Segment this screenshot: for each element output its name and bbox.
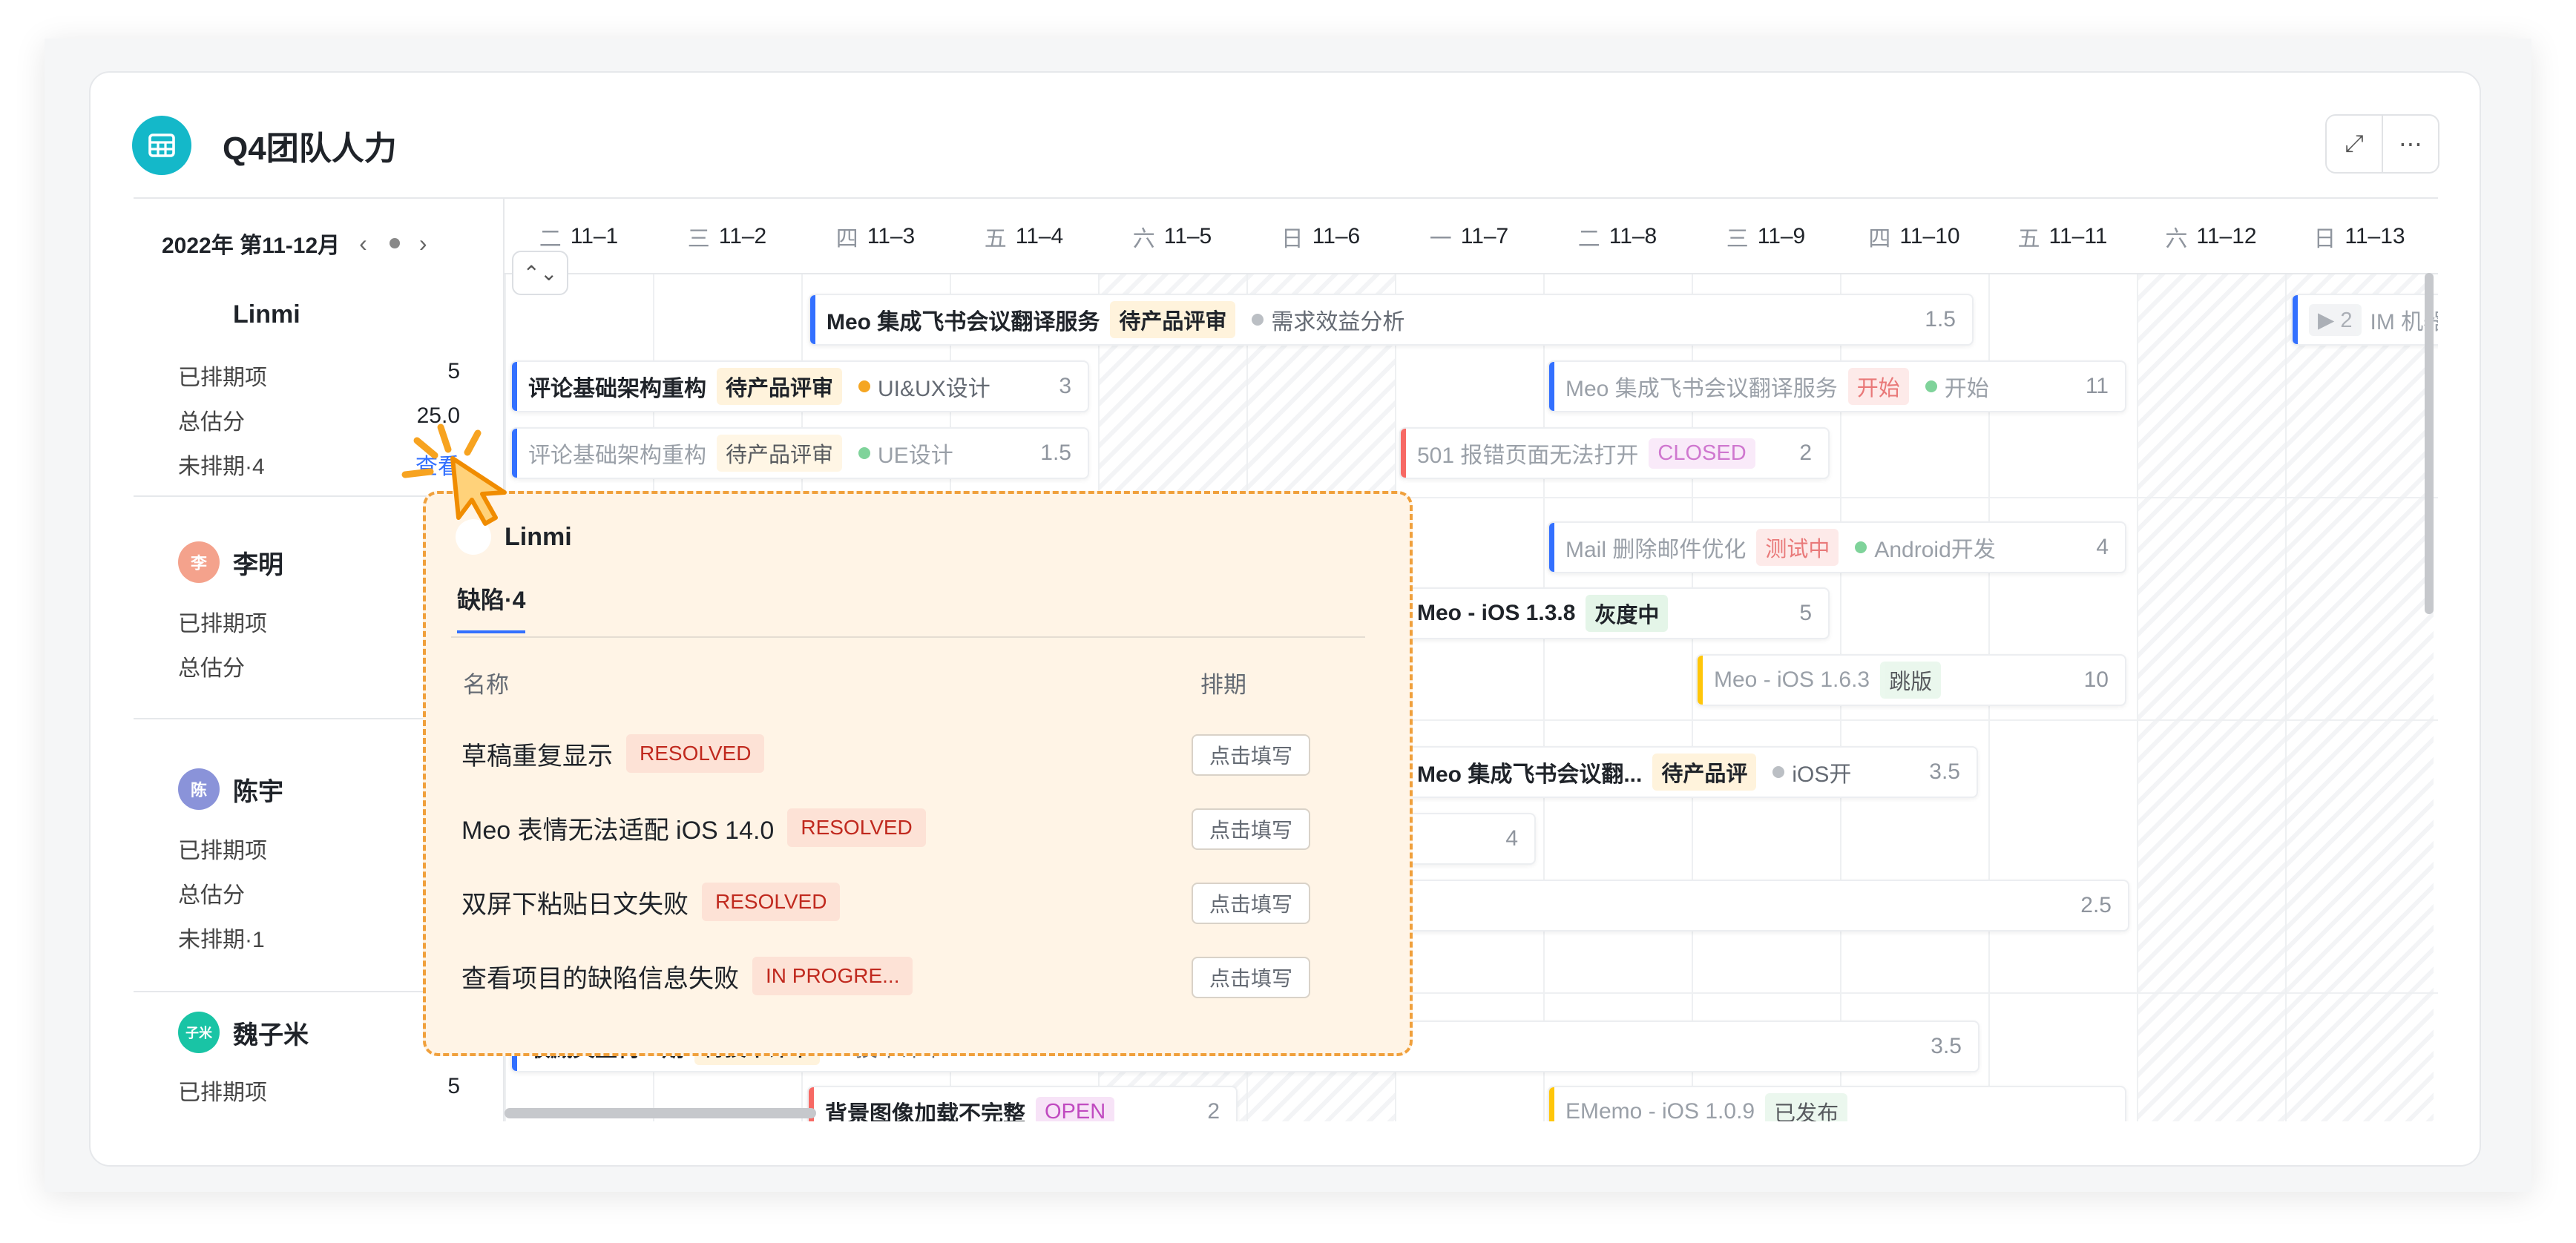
task-bar[interactable]: 评论基础架构重构 待产品评审 UI&UX设计 3	[510, 360, 1089, 412]
status-badge: RESOLVED	[626, 734, 765, 773]
period-label: 2022年 第11-12月	[162, 234, 341, 258]
click-cursor-icon	[401, 406, 527, 536]
fill-schedule-button[interactable]: 点击填写	[1192, 957, 1310, 998]
day-cell: 一 11–7	[1429, 224, 1509, 251]
day-cell: 日 11–13	[2313, 224, 2405, 251]
member-name: 子米 魏子米	[178, 1012, 309, 1053]
stat-estimate: 总估分2	[178, 650, 460, 681]
column-header-name: 名称	[463, 672, 509, 698]
collapse-rows-button[interactable]: ⌃⌄	[512, 251, 568, 295]
page-title: Q4团队人力	[223, 131, 397, 167]
next-period-button[interactable]: ›	[419, 230, 427, 257]
stat-scheduled: 已排期项	[178, 612, 267, 636]
task-bar[interactable]: Meo - iOS 1.6.3 跳版 10	[1696, 654, 2126, 706]
avatar: 😶	[178, 294, 220, 335]
member-name: 😶 Linmi	[178, 294, 300, 335]
day-cell: 六 11–5	[1132, 224, 1212, 251]
header-actions: ⤢ ⋯	[2325, 114, 2439, 174]
unscheduled-popover: 😶 Linmi 缺陷·4 名称 排期 草稿重复显示 RESOLVED 点击填写 M…	[423, 491, 1413, 1056]
defect-row[interactable]: Meo 表情无法适配 iOS 14.0 RESOLVED	[461, 808, 926, 847]
day-cell: 五 11–11	[2017, 224, 2108, 251]
prev-period-button[interactable]: ‹	[359, 230, 367, 257]
defect-row[interactable]: 草稿重复显示 RESOLVED	[461, 734, 765, 773]
defect-row[interactable]: 查看项目的缺陷信息失败 IN PROGRE...	[461, 957, 913, 995]
tab-defects[interactable]: 缺陷·4	[457, 581, 526, 633]
stat-scheduled: 已排期项 5	[178, 359, 460, 390]
stat-unscheduled: 未排期·1	[178, 928, 265, 952]
expand-icon[interactable]: ⤢	[2327, 116, 2382, 172]
avatar: 子米	[178, 1012, 220, 1053]
horizontal-scrollbar[interactable]	[505, 1108, 816, 1118]
task-bar[interactable]: 背景图像加载不完整 OPEN 2	[807, 1086, 1238, 1121]
stat-estimate: 总估分1	[178, 877, 460, 908]
stat-scheduled: 已排期项 5	[178, 1074, 460, 1105]
member-name: 李 李明	[178, 541, 283, 583]
member-name: 陈 陈宇	[178, 768, 283, 810]
column-header-schedule: 排期	[1200, 672, 1246, 698]
card-header: Q4团队人力	[132, 116, 397, 175]
weekend-column	[2137, 274, 2285, 1121]
fill-schedule-button[interactable]: 点击填写	[1192, 734, 1310, 776]
vertical-scrollbar[interactable]	[2425, 273, 2434, 614]
task-bar[interactable]: 501 报错页面无法打开 CLOSED 2	[1399, 427, 1830, 479]
task-bar[interactable]: ▶ 2IM 机器	[2291, 294, 2438, 346]
task-bar[interactable]: EMemo - iOS 1.0.9 已发布	[1548, 1086, 2126, 1121]
task-bar[interactable]: Meo 集成飞书会议翻... 待产品评 iOS开 3.5	[1399, 746, 1978, 798]
day-cell: 六 11–12	[2165, 224, 2257, 251]
fill-schedule-button[interactable]: 点击填写	[1192, 883, 1310, 924]
defect-row[interactable]: 双屏下粘贴日文失败 RESOLVED	[461, 883, 841, 921]
status-badge: IN PROGRE...	[752, 957, 913, 995]
day-cell: 日 11–6	[1281, 224, 1361, 251]
status-badge: RESOLVED	[702, 883, 841, 921]
day-cell: 四 11–3	[835, 224, 916, 251]
day-column	[1395, 274, 1543, 1121]
stat-scheduled: 已排期项	[178, 839, 267, 863]
day-cell: 二 11–8	[1577, 224, 1657, 251]
task-bar[interactable]: Meo 集成飞书会议翻译服务 开始 开始 11	[1548, 360, 2126, 412]
day-cell: 三 11–2	[687, 224, 767, 251]
avatar: 李	[178, 541, 220, 583]
tab-divider	[451, 636, 1365, 638]
today-button[interactable]	[389, 238, 400, 248]
fill-schedule-button[interactable]: 点击填写	[1192, 808, 1310, 850]
task-bar[interactable]: Meo - iOS 1.3.8 灰度中 5	[1399, 587, 1830, 639]
weekend-column	[2285, 274, 2434, 1121]
task-bar[interactable]: Meo 集成飞书会议翻译服务 待产品评审 需求效益分析 1.5	[809, 294, 1974, 346]
day-cell: 五 11–4	[984, 224, 1064, 251]
calendar-table-icon	[132, 116, 191, 175]
day-header: 二 11–1 三 11–2 四 11–3 五 11–4 六 11–5 日 11–6 一 11–…	[505, 199, 2438, 274]
day-cell: 四 11–10	[1868, 224, 1960, 251]
more-icon[interactable]: ⋯	[2382, 116, 2438, 172]
avatar: 陈	[178, 768, 220, 810]
task-bar[interactable]: 评论基础架构重构 待产品评审 UE设计 1.5	[510, 427, 1089, 479]
task-bar[interactable]: Mail 删除邮件优化 测试中 Android开发 4	[1548, 521, 2126, 573]
day-cell: 三 11–9	[1726, 224, 1806, 251]
status-badge: RESOLVED	[787, 808, 926, 847]
period-switcher: 2022年 第11-12月 ‹ ›	[162, 221, 427, 266]
